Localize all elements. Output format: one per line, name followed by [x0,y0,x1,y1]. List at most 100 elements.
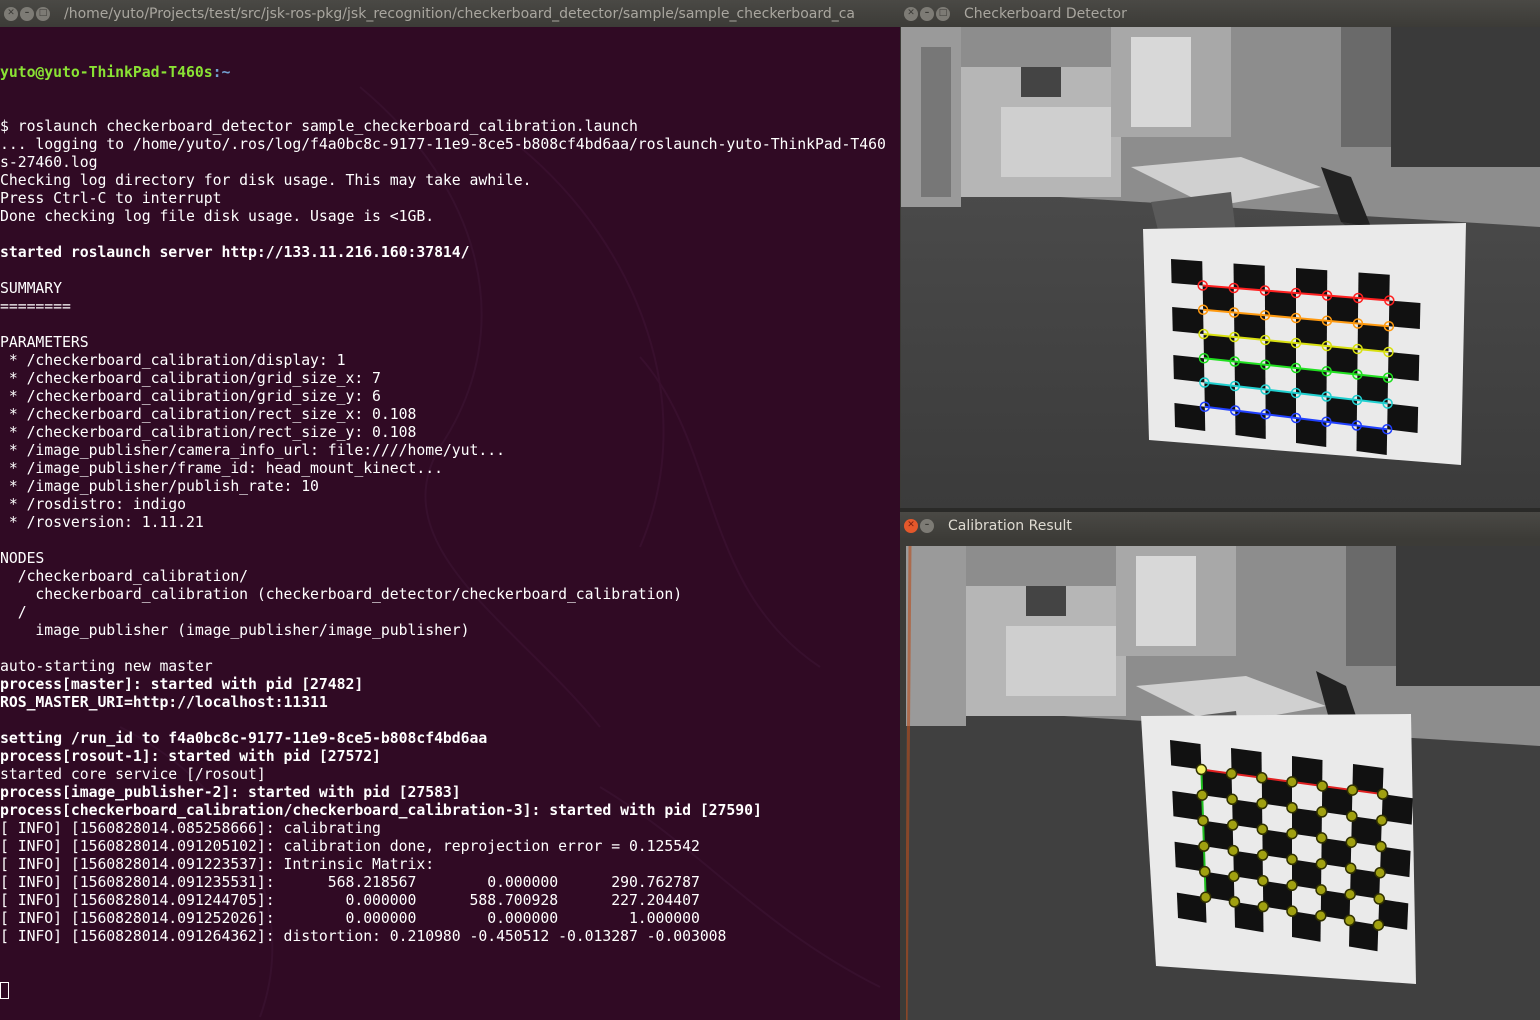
reprojected-point [1316,806,1328,818]
reprojected-point [1257,875,1269,887]
terminal-line: Checking log directory for disk usage. T… [0,172,532,189]
reprojected-point [1256,823,1269,835]
terminal-line: started core service [/rosout] [0,766,266,783]
terminal-line: s-27460.log [0,154,98,171]
reprojected-point [1344,862,1357,875]
reprojected-point [1315,910,1327,922]
terminal-line: checkerboard_calibration (checkerboard_d… [0,586,683,603]
terminal-line: ROS_MASTER_URI=http://localhost:11311 [0,694,328,711]
terminal-line: started roslaunch server http://133.11.2… [0,244,470,261]
terminal-line: auto-starting new master [0,658,213,675]
reprojected-point [1316,780,1328,792]
close-icon[interactable]: ✕ [904,6,918,21]
prompt-line: yuto@yuto-ThinkPad-T460s:~ [0,64,900,82]
terminal-line: process[checkerboard_calibration/checker… [0,802,762,819]
terminal-window[interactable]: ✕ – □ /home/yuto/Projects/test/src/jsk-r… [0,0,900,1020]
reprojected-point [1199,865,1211,878]
reprojected-point [1343,914,1356,927]
terminal-line: $ roslaunch checkerboard_detector sample… [0,118,638,135]
reprojected-point [1256,797,1268,810]
reprojected-point [1376,788,1389,800]
calibration-result-image [906,546,1540,1020]
reprojected-point [1373,893,1385,905]
checker-square [1171,259,1203,286]
reprojected-point [1198,840,1210,852]
reprojected-point [1196,789,1208,801]
terminal-line: image_publisher (image_publisher/image_p… [0,622,470,639]
terminal-line: * /rosversion: 1.11.21 [0,514,204,531]
terminal-line: Done checking log file disk usage. Usage… [0,208,435,225]
reprojected-point [1344,888,1356,901]
terminal-cursor [0,982,9,999]
terminal-line: * /checkerboard_calibration/rect_size_y:… [0,424,417,441]
terminal-output[interactable]: yuto@yuto-ThinkPad-T460s:~ $ roslaunch c… [0,28,900,1020]
checkerboard-detector-window[interactable]: ✕ – □ Checkerboard Detector [900,0,1540,508]
terminal-line: * /checkerboard_calibration/grid_size_x:… [0,370,381,387]
checker-square [1170,740,1202,770]
reprojected-point [1195,763,1208,776]
reprojected-point [1256,772,1268,784]
maximize-icon[interactable]: □ [936,6,950,21]
terminal-line: * /checkerboard_calibration/display: 1 [0,352,346,369]
terminal-line: NODES [0,550,45,567]
result-titlebar[interactable]: ✕ – Calibration Result [900,512,1540,539]
terminal-line: [ INFO] [1560828014.091223537]: Intrinsi… [0,856,435,873]
terminal-line: * /image_publisher/camera_info_url: file… [0,442,505,459]
prompt-user: yuto@yuto-ThinkPad-T460s [0,64,213,81]
reprojected-point [1375,840,1387,853]
maximize-icon[interactable]: □ [36,6,50,21]
terminal-line: process[master]: started with pid [27482… [0,676,364,693]
terminal-titlebar[interactable]: ✕ – □ /home/yuto/Projects/test/src/jsk-r… [0,0,900,27]
terminal-line: * /checkerboard_calibration/grid_size_y:… [0,388,381,405]
reprojected-point [1197,814,1209,827]
close-icon[interactable]: ✕ [4,6,18,21]
detector-image [901,27,1540,508]
reprojected-point [1286,827,1298,840]
terminal-line: ======== [0,298,71,315]
reprojected-point [1372,919,1385,931]
reprojected-point [1286,853,1298,866]
reprojected-point [1199,891,1212,903]
detector-titlebar[interactable]: ✕ – □ Checkerboard Detector [900,0,1540,27]
close-icon[interactable]: ✕ [904,518,918,533]
terminal-line: process[rosout-1]: started with pid [275… [0,748,381,765]
reprojected-point [1286,801,1298,814]
terminal-line: PARAMETERS [0,334,89,351]
reprojected-point [1228,896,1241,908]
terminal-line: ... logging to /home/yuto/.ros/log/f4a0b… [0,136,886,153]
reprojected-point [1228,870,1240,882]
terminal-line: * /image_publisher/frame_id: head_mount_… [0,460,443,477]
detector-title: Checkerboard Detector [964,5,1127,22]
minimize-icon[interactable]: – [920,6,934,21]
reprojected-point [1286,879,1298,892]
terminal-line: * /checkerboard_calibration/rect_size_x:… [0,406,417,423]
terminal-line: * /image_publisher/publish_rate: 10 [0,478,319,495]
minimize-icon[interactable]: – [20,6,34,21]
terminal-line: process[image_publisher-2]: started with… [0,784,461,801]
reprojected-point [1315,858,1328,870]
terminal-line: [ INFO] [1560828014.091205102]: calibrat… [0,838,700,855]
reprojected-point [1376,814,1388,827]
terminal-line: Press Ctrl-C to interrupt [0,190,222,207]
reprojected-point [1346,810,1358,822]
terminal-line: [ INFO] [1560828014.085258666]: calibrat… [0,820,381,837]
reprojected-point [1226,819,1239,831]
minimize-icon[interactable]: – [920,518,934,533]
reprojected-point [1257,900,1269,913]
calibration-result-window[interactable]: ✕ – Calibration Result [900,512,1540,1020]
terminal-line: setting /run_id to f4a0bc8c-9177-11e9-8c… [0,730,488,747]
reprojected-point [1345,836,1358,848]
reprojected-point [1226,793,1238,806]
terminal-line: / [0,604,27,621]
terminal-line: * /rosdistro: indigo [0,496,187,513]
terminal-line: [ INFO] [1560828014.091264362]: distorti… [0,928,727,945]
reprojected-point [1286,905,1298,917]
reprojected-point [1346,784,1359,796]
terminal-line: [ INFO] [1560828014.091244705]: 0.000000… [0,892,700,909]
terminal-lines: $ roslaunch checkerboard_detector sample… [0,118,900,946]
